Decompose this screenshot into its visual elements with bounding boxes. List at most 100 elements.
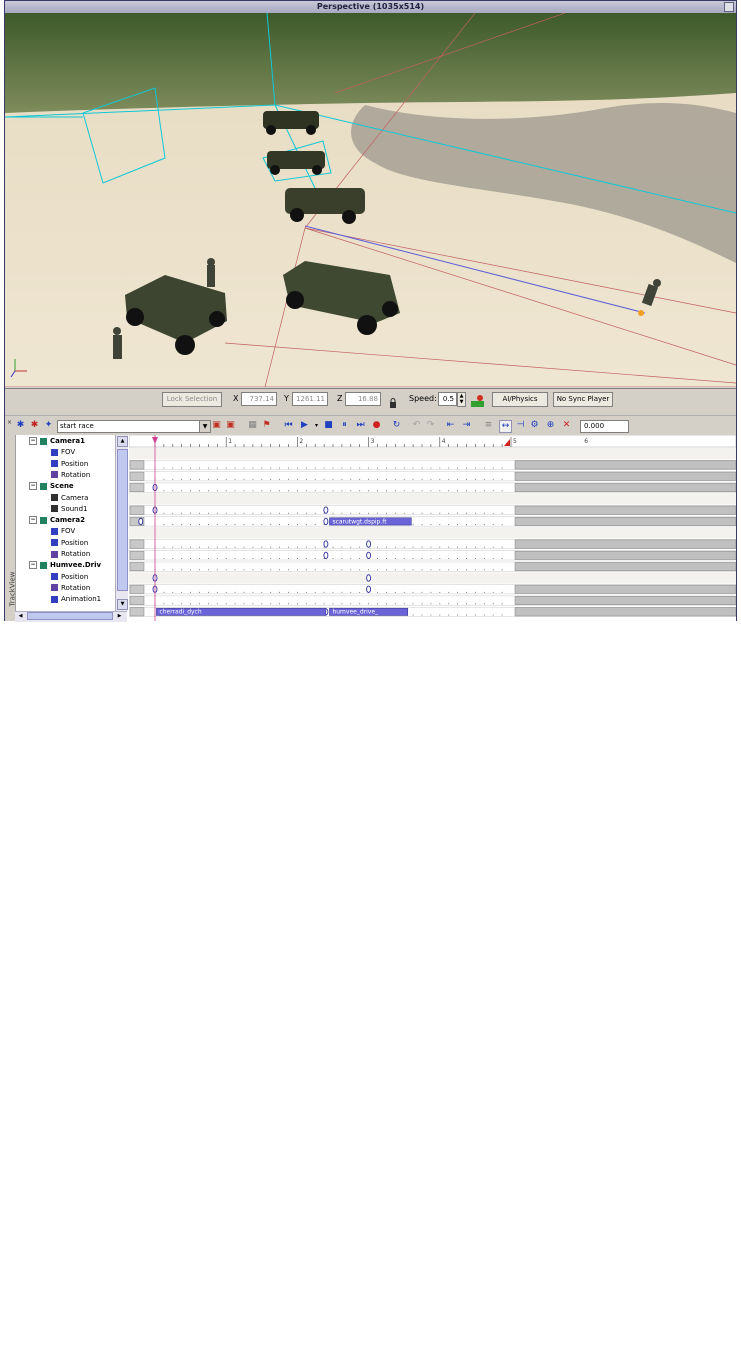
key-marker[interactable] — [138, 517, 144, 526]
key-marker[interactable] — [323, 540, 329, 548]
snap-grid-icon[interactable]: ≡ — [483, 420, 494, 431]
terrain-icon[interactable] — [471, 392, 484, 407]
sequence-select[interactable]: start race ▼ — [57, 420, 211, 433]
tree-item[interactable]: Position — [51, 572, 88, 582]
speed-spinner[interactable]: ▲ ▼ — [457, 392, 466, 407]
key-marker[interactable] — [323, 517, 329, 526]
time-ruler[interactable] — [129, 435, 736, 448]
scroll-right-icon[interactable]: ▶ — [115, 612, 124, 620]
target-marker — [638, 310, 644, 316]
key-marker[interactable] — [366, 574, 372, 582]
delete-node-icon[interactable]: ✱ — [29, 420, 40, 431]
pause-icon[interactable]: ⏸ — [339, 420, 350, 431]
expand-toggle-icon[interactable]: − — [29, 482, 37, 491]
time-field[interactable]: 0.000 — [580, 420, 629, 433]
play-options-icon[interactable]: ▾ — [311, 420, 322, 431]
record-icon[interactable]: ● — [371, 420, 382, 431]
speed-label: Speed: — [409, 394, 437, 403]
track-header-cell — [129, 460, 145, 470]
tree-item[interactable]: Position — [51, 459, 88, 469]
tree-item[interactable]: − Camera2 — [29, 515, 85, 525]
track-out-of-range — [514, 550, 736, 560]
redo-icon[interactable]: ↷ — [425, 420, 436, 431]
tree-item[interactable]: Rotation — [51, 470, 90, 480]
key-marker[interactable] — [366, 585, 372, 593]
camera-icon — [51, 494, 58, 501]
ruler-label: 3 — [371, 438, 375, 445]
y-field[interactable]: 1261.11 — [292, 392, 328, 406]
speed-field[interactable]: 0.5 — [438, 392, 457, 406]
prev-key-icon[interactable]: ⇤ — [445, 420, 456, 431]
key-marker[interactable] — [366, 551, 372, 560]
h-scroll-thumb[interactable] — [27, 612, 113, 620]
tree-horizontal-scrollbar[interactable]: ◀ ▶ — [15, 611, 127, 622]
no-sync-player-button[interactable]: No Sync Player — [553, 392, 613, 407]
animation-icon — [51, 595, 58, 603]
tree-item[interactable]: Sound1 — [51, 504, 88, 514]
move-keys-icon[interactable]: ↔ — [499, 420, 512, 433]
go-to-start-icon[interactable]: ⏮ — [283, 420, 294, 431]
viewport-maximize-icon[interactable] — [724, 2, 734, 12]
scroll-thumb[interactable] — [117, 449, 128, 591]
scale-keys-icon[interactable]: ⚙ — [529, 420, 540, 431]
expand-toggle-icon[interactable]: − — [29, 516, 37, 525]
tree-item[interactable]: FOV — [51, 526, 75, 536]
add-key-icon[interactable]: ⊕ — [545, 420, 556, 431]
stop-icon[interactable]: ■ — [323, 420, 334, 431]
record-sequence-icon[interactable]: ⚑ — [261, 420, 272, 431]
edit-sequence-icon[interactable]: ▦ — [247, 420, 258, 431]
timeline-group-row — [129, 572, 736, 584]
go-to-end-icon[interactable]: ⏭ — [355, 420, 366, 431]
clip-label: humvee_drive_ — [332, 609, 379, 616]
tree-item[interactable]: − Humvee.Driv — [29, 560, 101, 570]
lock-selection-button[interactable]: Lock Selection — [162, 392, 222, 407]
timeline-group-row — [129, 493, 736, 505]
x-field[interactable]: 737.14 — [241, 392, 277, 406]
delete-sequence-icon[interactable]: ▣ — [225, 420, 236, 431]
timeline-tracks[interactable]: 1 2 3 4 5 6 scarutwgt.dspip.ft cherradi_dych hum… — [129, 435, 736, 621]
tree-vertical-scrollbar[interactable]: ▲ ▼ — [115, 435, 128, 611]
new-sequence-icon[interactable]: ▣ — [211, 420, 222, 431]
tree-item[interactable]: Camera — [51, 493, 88, 503]
timeline-panel[interactable]: 1 2 3 4 5 6 scarutwgt.dspip.ft cherradi_dych hum… — [129, 435, 736, 621]
tree-item[interactable]: Animation1 — [51, 594, 101, 604]
position-icon — [51, 573, 58, 581]
tree-item[interactable]: Position — [51, 538, 88, 548]
scroll-left-icon[interactable]: ◀ — [16, 612, 25, 620]
scroll-up-icon[interactable]: ▲ — [117, 436, 128, 447]
z-field[interactable]: 16.88 — [345, 392, 381, 406]
tree-item[interactable]: Rotation — [51, 549, 90, 559]
loop-icon[interactable]: ↻ — [391, 420, 402, 431]
track-out-of-range — [514, 596, 736, 605]
ruler-label: 5 — [513, 438, 517, 445]
chevron-down-icon[interactable]: ▼ — [199, 421, 210, 432]
track-out-of-range — [514, 562, 736, 572]
expand-toggle-icon[interactable]: − — [29, 437, 37, 445]
scroll-down-icon[interactable]: ▼ — [117, 599, 128, 610]
undo-icon[interactable]: ↶ — [411, 420, 422, 431]
add-selected-icon[interactable]: ✦ — [43, 420, 54, 431]
track-header-cell — [129, 562, 145, 572]
fov-icon — [51, 527, 58, 535]
key-marker[interactable] — [323, 506, 329, 514]
key-marker[interactable] — [366, 540, 372, 548]
tree-item[interactable]: − Camera1 — [29, 436, 85, 446]
next-key-icon[interactable]: ⇥ — [461, 420, 472, 431]
tree-item[interactable]: Rotation — [51, 583, 90, 593]
tree-item[interactable]: − Scene — [29, 481, 74, 491]
ai-physics-button[interactable]: AI/Physics — [492, 392, 548, 407]
track-tree: TrackView − Camera1 FOV Position Rotation − Sc… — [5, 435, 130, 622]
grass-hill — [5, 13, 736, 113]
lock-icon[interactable] — [389, 393, 397, 408]
add-node-icon[interactable]: ✱ — [15, 420, 26, 431]
expand-toggle-icon[interactable]: − — [29, 561, 37, 570]
slide-keys-icon[interactable]: ⊣ — [515, 420, 526, 431]
timeline-group-row — [129, 448, 736, 460]
key-marker[interactable] — [323, 551, 329, 560]
tree-item[interactable]: FOV — [51, 447, 75, 457]
tree-item-label: Humvee.Driv — [50, 561, 102, 570]
delete-key-icon[interactable]: ✕ — [561, 420, 572, 431]
play-icon[interactable]: ▶ — [299, 420, 310, 431]
scene-render[interactable] — [5, 13, 736, 387]
perspective-viewport[interactable]: Perspective (1035x514) — [5, 1, 736, 387]
